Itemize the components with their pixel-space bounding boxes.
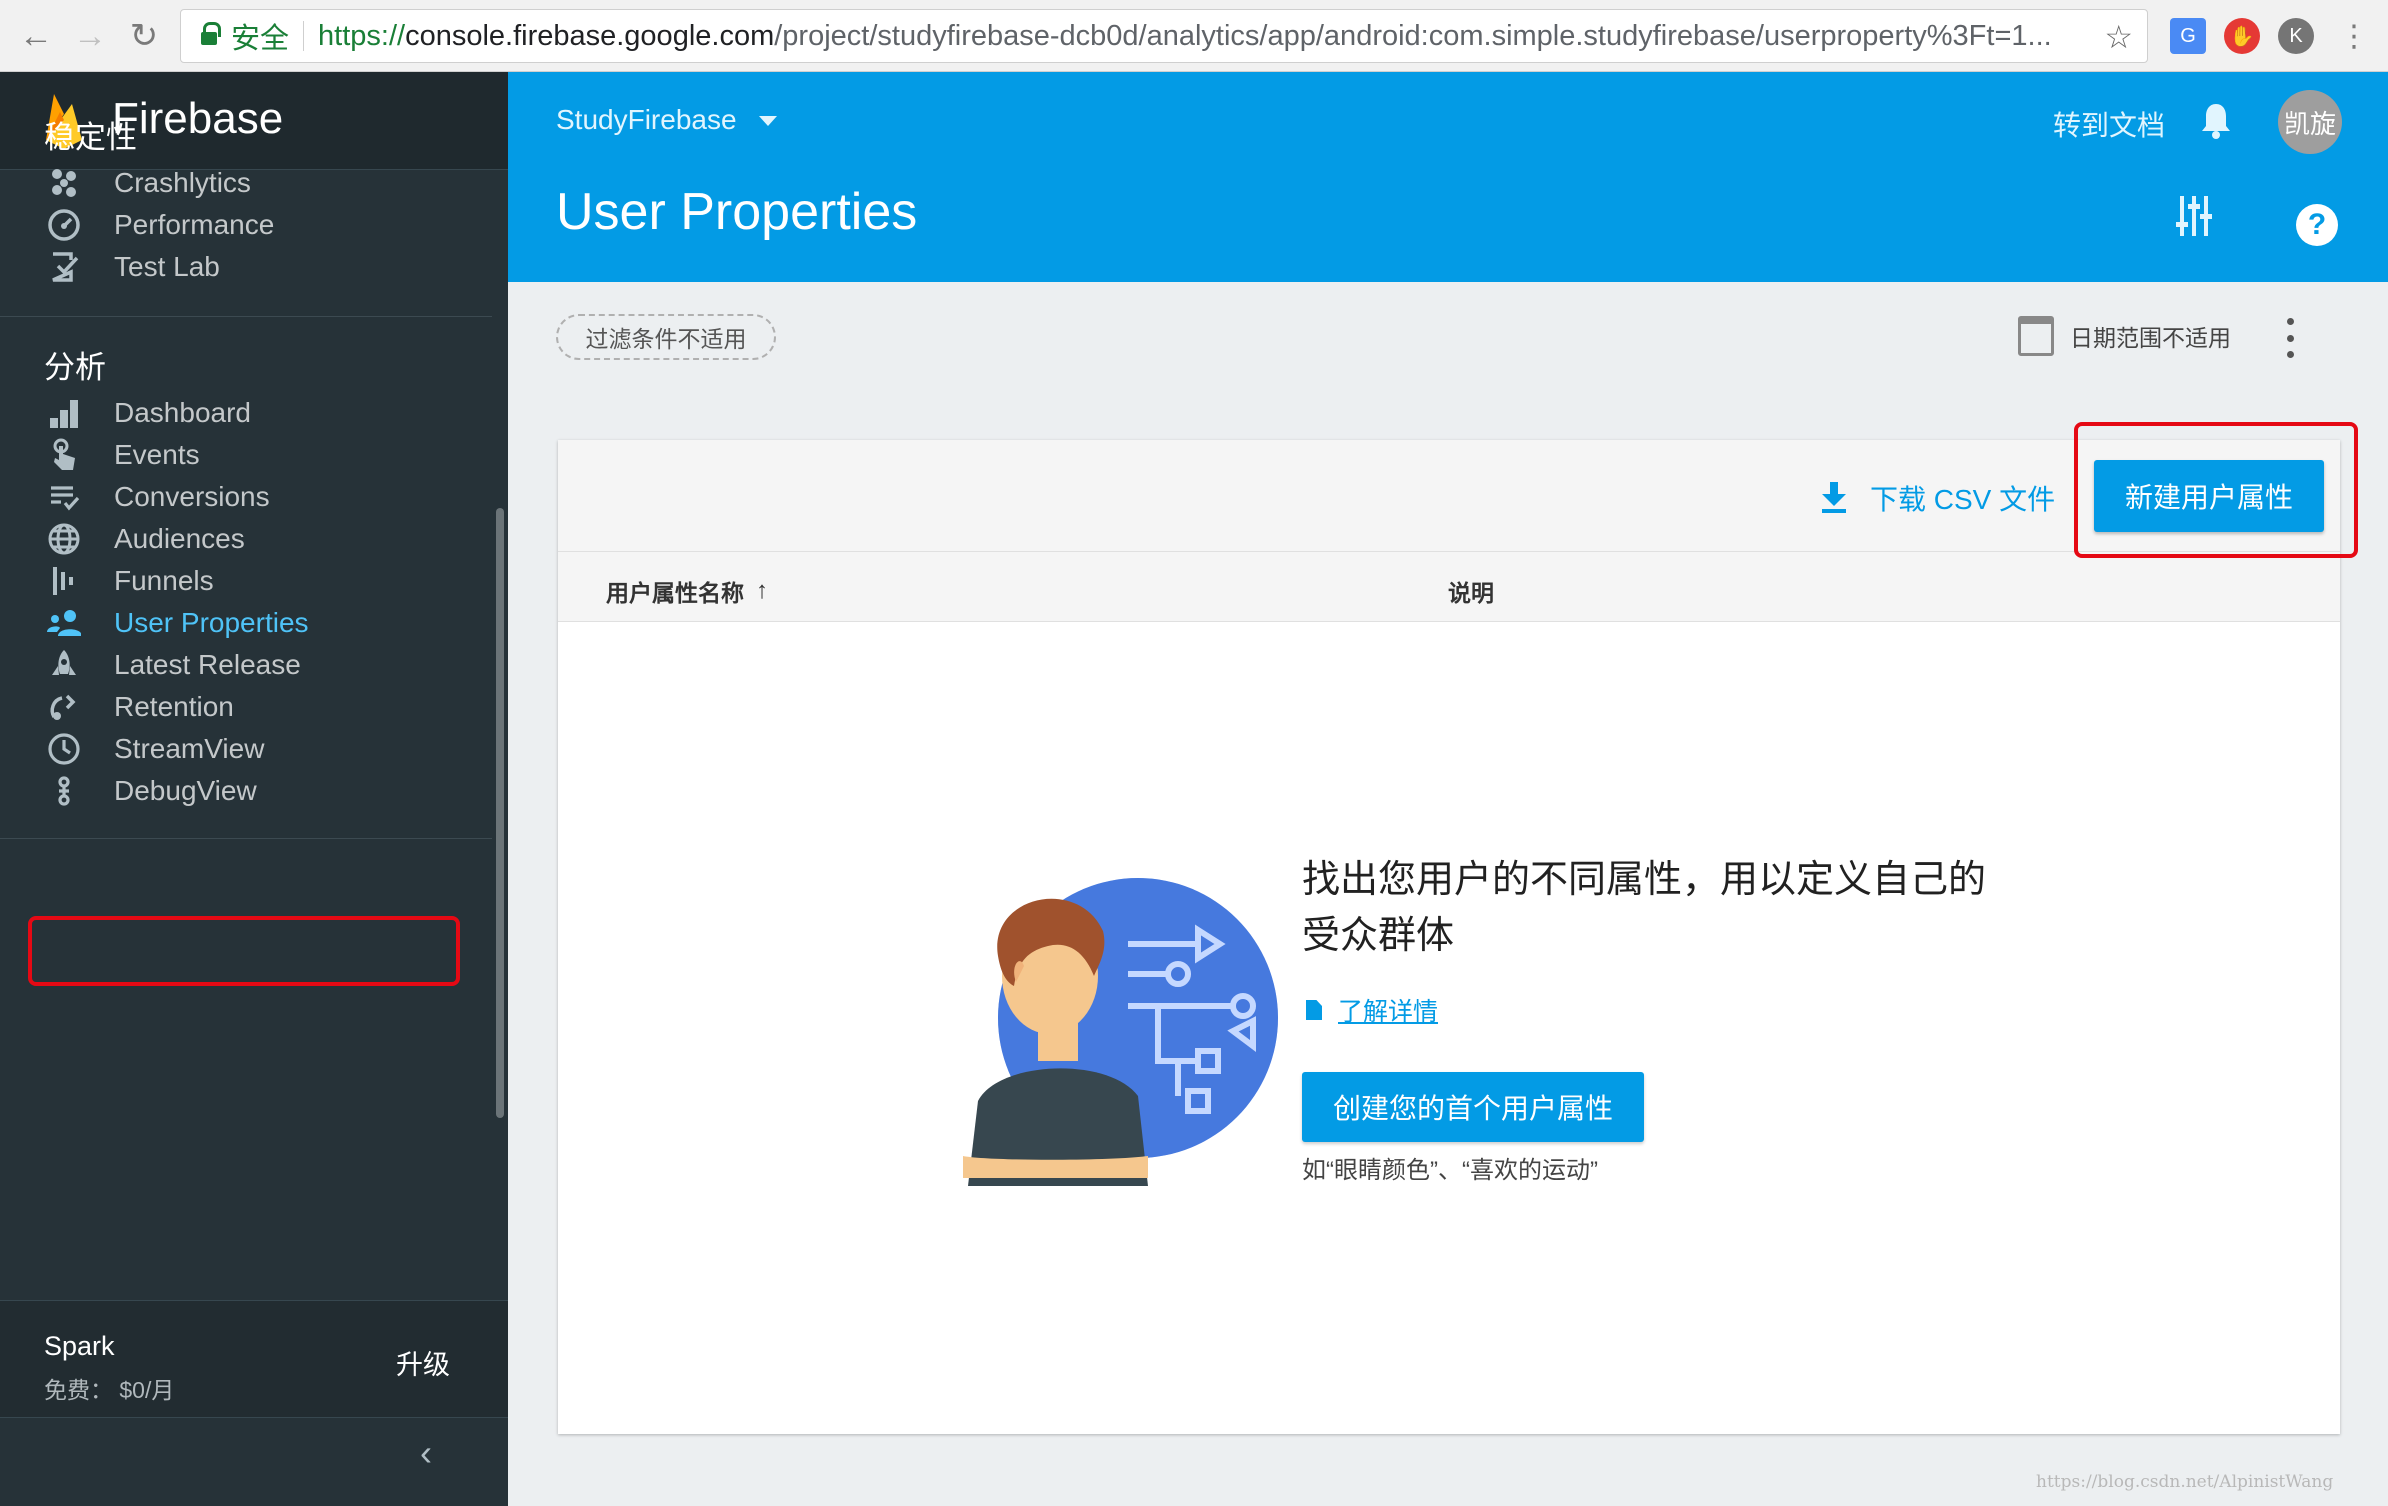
learn-more-link[interactable]: 了解详情 [1306,992,1438,1028]
user-properties-card: 下载 CSV 文件 新建用户属性 用户属性名称 ↑ 说明 找出您用户的不同属性，… [558,440,2340,1434]
back-arrow-icon[interactable]: ← [14,14,58,58]
upgrade-button[interactable]: 升级 [396,1343,450,1382]
plan-name: Spark [44,1331,115,1361]
sidebar-item-label: User Properties [114,607,309,638]
help-icon[interactable]: ? [2296,204,2338,246]
sidebar-item-label: Events [114,439,200,470]
bookmark-star-icon[interactable]: ☆ [2104,18,2133,56]
sidebar-item-label: Retention [114,691,234,722]
watermark: https://blog.csdn.net/AlpinistWang [2036,1472,2334,1492]
adblock-extension-icon[interactable]: ✋ [2224,18,2260,54]
forward-arrow-icon[interactable]: → [68,14,112,58]
sidebar-item-label: Latest Release [114,649,301,680]
docs-link[interactable]: 转到文档 [2053,104,2165,144]
sidebar-scrollbar[interactable] [496,508,504,1118]
checklist-icon [46,249,82,285]
project-name: StudyFirebase [556,104,737,135]
filter-chip[interactable]: 过滤条件不适用 [556,314,776,360]
calendar-icon [2018,316,2054,356]
sidebar-item-label: StreamView [114,733,265,764]
download-label: 下载 CSV 文件 [1870,484,2056,515]
sidebar-item-label: Audiences [114,523,245,554]
reload-icon[interactable]: ↻ [122,14,166,58]
sidebar-item-label: Conversions [114,481,270,512]
sidebar-item-label: Crashlytics [114,167,251,198]
download-icon [1822,482,1846,513]
url-scheme: https:// [318,19,406,52]
avatar[interactable]: 凯旋 [2278,90,2342,154]
debug-icon [46,773,82,809]
project-selector[interactable]: StudyFirebase [556,104,777,136]
date-range-label: 日期范围不适用 [2070,325,2231,351]
sidebar-item-label: Funnels [114,565,214,596]
app-header: StudyFirebase 转到文档 凯旋 User Properties ? [508,72,2388,282]
page-title: User Properties [556,183,918,241]
address-bar[interactable]: 安全 https://console.firebase.google.com/p… [180,9,2148,63]
address-divider [303,21,305,51]
download-csv-button[interactable]: 下载 CSV 文件 [1820,478,2055,518]
secure-label: 安全 [231,23,290,55]
section-analytics: 分析 [44,350,106,385]
sidebar-divider [0,316,492,317]
sidebar-divider [0,838,492,839]
dropdown-caret-icon [758,116,777,126]
card-toolbar: 下载 CSV 文件 新建用户属性 [558,440,2340,552]
brand-name: Firebase [112,94,284,143]
url-path: /project/studyfirebase-dcb0d/analytics/a… [774,19,2052,52]
browser-toolbar: ← → ↻ 安全 https://console.firebase.google… [0,0,2388,72]
sidebar-item-label: Performance [114,209,275,240]
translate-extension-icon[interactable]: G [2170,18,2206,54]
browser-menu-icon[interactable]: ⋮ [2332,14,2376,58]
column-name-label: 用户属性名称 [606,580,744,606]
highlight-new-button [2074,422,2358,558]
sidebar-item-label: Dashboard [114,397,251,428]
url-host: console.firebase.google.com [405,19,775,52]
more-options-icon[interactable] [2284,318,2296,358]
sidebar-item-label: DebugView [114,775,257,806]
sidebar-item-debugview[interactable]: DebugView [28,762,458,820]
table-header: 用户属性名称 ↑ 说明 [558,552,2340,622]
section-stability: 稳定性 [44,120,137,155]
create-first-property-button[interactable]: 创建您的首个用户属性 [1302,1072,1644,1142]
example-hint: 如“眼睛颜色”、“喜欢的运动” [1302,1157,1598,1184]
column-header-name[interactable]: 用户属性名称 ↑ [606,574,768,608]
plan-panel: Spark 免费： $0/月 升级 [0,1300,508,1418]
sidebar-item-test-lab[interactable]: Test Lab [28,238,458,296]
sidebar: Firebase 稳定性 Crashlytics Performance Tes… [0,72,508,1506]
column-header-description: 说明 [1448,580,1494,606]
sort-ascending-icon: ↑ [756,577,768,604]
plan-price: 免费： $0/月 [44,1377,175,1403]
notification-bell-icon[interactable] [2200,102,2232,140]
learn-more-label: 了解详情 [1338,998,1439,1026]
empty-state-title: 找出您用户的不同属性，用以定义自己的受众群体 [1302,859,1987,957]
date-range-selector[interactable]: 日期范围不适用 [2018,316,2231,356]
highlight-user-properties [28,916,460,986]
document-icon [1306,1000,1322,1020]
tune-settings-icon[interactable] [2176,196,2212,236]
collapse-sidebar-icon[interactable]: ‹ [420,1432,432,1474]
profile-extension-icon[interactable]: K [2278,18,2314,54]
sidebar-item-label: Test Lab [114,251,220,282]
lock-icon [201,22,221,46]
empty-state-illustration [963,878,1278,1186]
